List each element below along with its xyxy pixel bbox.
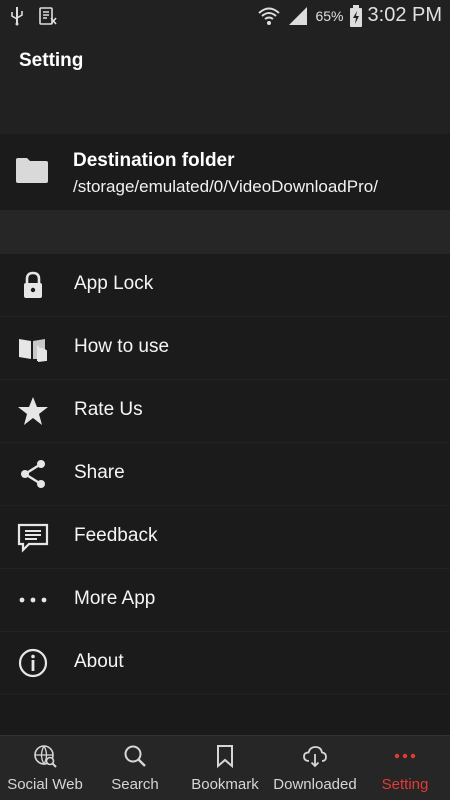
app-bar: Setting: [0, 32, 450, 134]
nav-label: Bookmark: [191, 776, 259, 793]
wifi-icon: [258, 7, 281, 25]
globe-search-icon: [34, 745, 57, 768]
menu-item-label: Feedback: [74, 525, 158, 546]
battery-charging-icon: [349, 4, 362, 27]
nav-setting[interactable]: Setting: [360, 736, 450, 800]
bottom-navigation: Social Web Search Bookmark Downloaded Se…: [0, 735, 450, 800]
nav-downloaded[interactable]: Downloaded: [270, 736, 360, 800]
menu-item-rate-us[interactable]: Rate Us: [0, 380, 450, 443]
menu-item-label: How to use: [74, 336, 170, 357]
battery-percent: 65%: [315, 7, 344, 24]
nav-label: Search: [111, 776, 159, 793]
info-icon: [18, 648, 48, 678]
signal-icon: [289, 6, 308, 25]
nav-label: Downloaded: [273, 776, 357, 793]
menu-item-more-app[interactable]: More App: [0, 569, 450, 632]
menu-item-label: More App: [74, 588, 156, 609]
more-icon: [19, 597, 47, 603]
bookmark-icon: [217, 745, 233, 768]
section-divider: [0, 210, 450, 254]
feedback-icon: [17, 523, 49, 553]
star-icon: [18, 397, 48, 425]
share-icon: [21, 460, 45, 488]
menu-item-label: App Lock: [74, 273, 154, 294]
menu-item-app-lock[interactable]: App Lock: [0, 254, 450, 317]
destination-folder-row[interactable]: Destination folder /storage/emulated/0/V…: [0, 134, 450, 211]
menu-item-label: Rate Us: [74, 399, 143, 420]
destination-path: /storage/emulated/0/VideoDownloadPro/: [73, 177, 378, 196]
menu-item-feedback[interactable]: Feedback: [0, 506, 450, 569]
nav-social-web[interactable]: Social Web: [0, 736, 90, 800]
menu-item-label: About: [74, 651, 124, 672]
settings-menu: App Lock How to use Rate Us Share Feedba…: [0, 254, 450, 695]
destination-title: Destination folder: [73, 150, 235, 171]
menu-item-share[interactable]: Share: [0, 443, 450, 506]
search-icon: [124, 745, 146, 767]
lock-icon: [24, 271, 42, 298]
nav-label: Social Web: [7, 776, 83, 793]
cloud-download-icon: [303, 746, 327, 768]
status-bar: 65% 3:02 PM: [0, 0, 450, 32]
sim-error-icon: [39, 7, 57, 25]
status-time: 3:02 PM: [367, 4, 442, 26]
page-title: Setting: [19, 50, 84, 71]
nav-search[interactable]: Search: [90, 736, 180, 800]
book-icon: [19, 339, 47, 362]
usb-icon: [11, 7, 23, 26]
menu-item-about[interactable]: About: [0, 632, 450, 695]
more-icon: [394, 753, 416, 759]
folder-icon: [16, 158, 48, 183]
nav-bookmark[interactable]: Bookmark: [180, 736, 270, 800]
nav-label: Setting: [381, 776, 429, 793]
menu-item-how-to-use[interactable]: How to use: [0, 317, 450, 380]
menu-item-label: Share: [74, 462, 125, 483]
